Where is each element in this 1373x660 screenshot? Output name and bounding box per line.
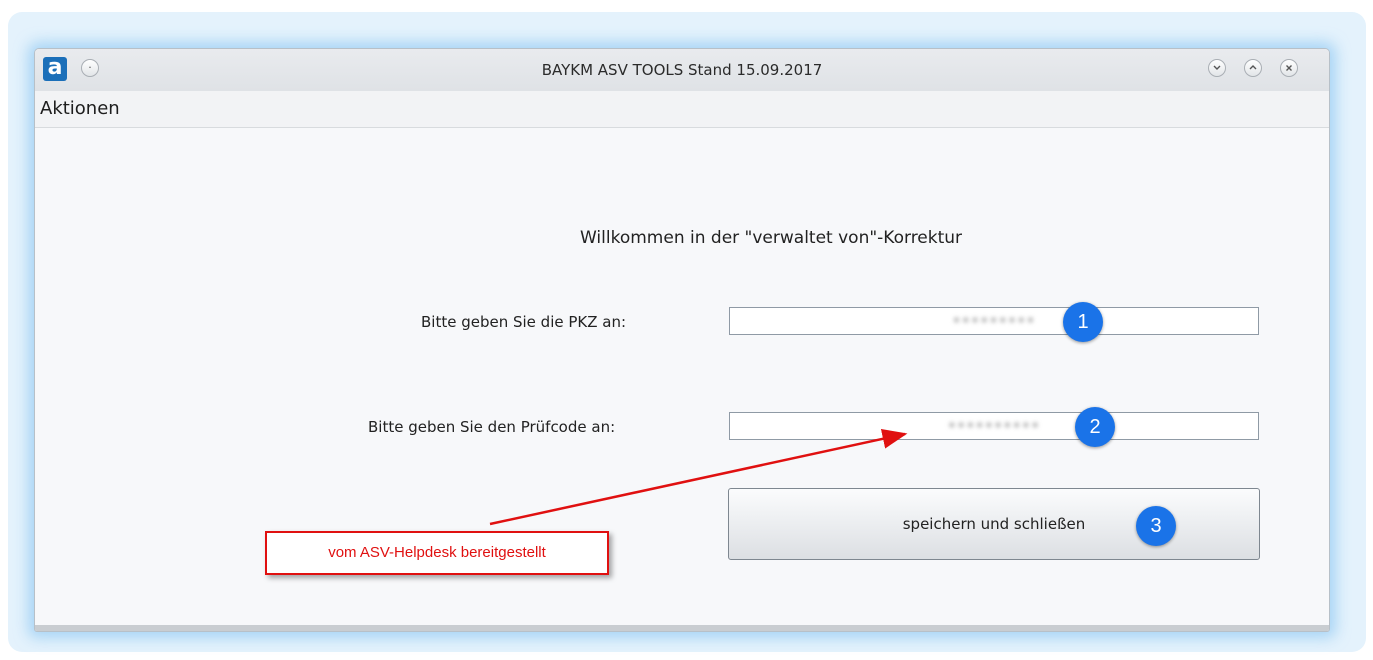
app-window: a · BAYKM ASV TOOLS Stand 15.09.2017 Akt… <box>34 48 1330 632</box>
maximize-button[interactable] <box>1244 59 1262 77</box>
minimize-button[interactable] <box>1208 59 1226 77</box>
helpdesk-callout: vom ASV-Helpdesk bereitgestellt <box>265 531 609 575</box>
callout-arrow <box>489 428 908 526</box>
content-area: Willkommen in der "verwaltet von"-Korrek… <box>35 128 1329 625</box>
window-title: BAYKM ASV TOOLS Stand 15.09.2017 <box>541 61 823 79</box>
menu-aktionen[interactable]: Aktionen <box>40 98 120 119</box>
chevron-down-icon <box>1213 65 1221 70</box>
close-icon <box>1286 65 1292 71</box>
menu-bar: Aktionen <box>35 91 1329 128</box>
title-bar[interactable]: a · BAYKM ASV TOOLS Stand 15.09.2017 <box>35 49 1329 91</box>
close-button[interactable] <box>1280 59 1298 77</box>
chevron-up-icon <box>1249 65 1257 70</box>
window-bottom-edge <box>35 625 1329 631</box>
